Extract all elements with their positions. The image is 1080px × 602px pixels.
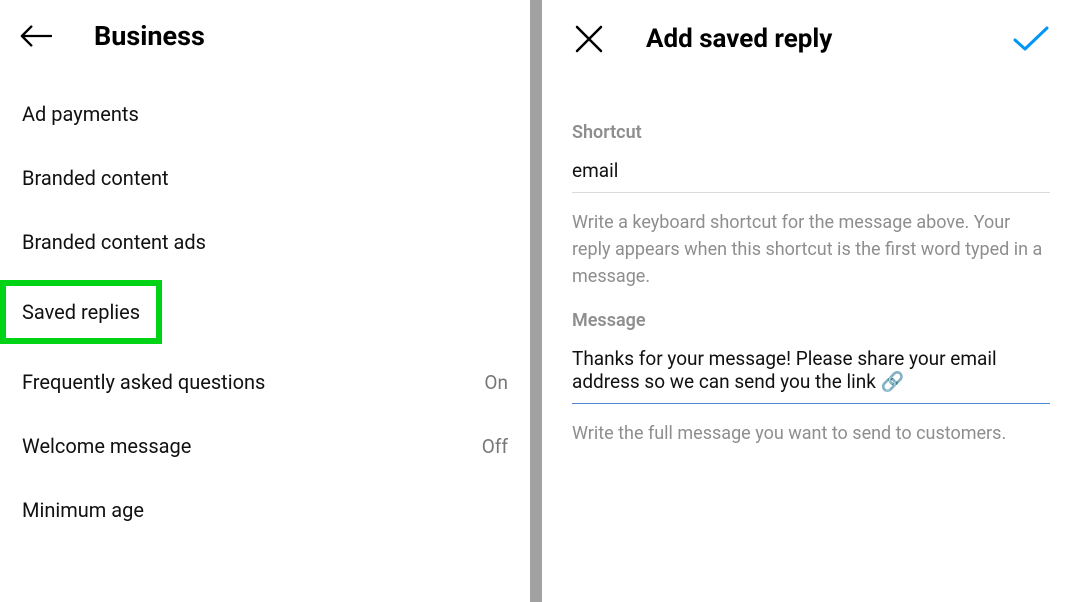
message-label: Message — [572, 310, 1050, 331]
menu-item-branded-content[interactable]: Branded content — [0, 146, 530, 210]
add-saved-reply-panel: Add saved reply Shortcut email Write a k… — [542, 0, 1080, 602]
confirm-check-icon[interactable] — [1012, 20, 1050, 58]
shortcut-label: Shortcut — [572, 122, 1050, 143]
shortcut-input[interactable]: email — [572, 159, 1050, 193]
menu-item-saved-replies[interactable]: Saved replies — [0, 280, 162, 344]
menu-label: Branded content — [22, 166, 169, 190]
menu-status: Off — [482, 435, 508, 458]
left-header: Business — [0, 20, 530, 82]
menu-item-faq[interactable]: Frequently asked questions On — [0, 350, 530, 414]
menu-list: Ad payments Branded content Branded cont… — [0, 82, 530, 542]
back-arrow-icon[interactable] — [20, 20, 52, 52]
menu-label: Saved replies — [22, 300, 140, 324]
menu-item-branded-content-ads[interactable]: Branded content ads — [0, 210, 530, 274]
right-header: Add saved reply — [542, 20, 1080, 108]
form-section: Shortcut email Write a keyboard shortcut… — [542, 122, 1080, 447]
panel-divider — [530, 0, 542, 602]
menu-label: Minimum age — [22, 498, 144, 522]
message-helper: Write the full message you want to send … — [572, 420, 1050, 447]
menu-status: On — [484, 371, 508, 394]
close-icon[interactable] — [572, 22, 606, 56]
shortcut-helper: Write a keyboard shortcut for the messag… — [572, 209, 1050, 290]
menu-item-ad-payments[interactable]: Ad payments — [0, 82, 530, 146]
menu-label: Ad payments — [22, 102, 139, 126]
business-settings-panel: Business Ad payments Branded content Bra… — [0, 0, 530, 602]
menu-item-welcome-message[interactable]: Welcome message Off — [0, 414, 530, 478]
message-input[interactable]: Thanks for your message! Please share yo… — [572, 347, 1050, 404]
page-title-add-saved-reply: Add saved reply — [646, 24, 1012, 54]
menu-label: Welcome message — [22, 434, 191, 458]
menu-label: Branded content ads — [22, 230, 206, 254]
menu-item-minimum-age[interactable]: Minimum age — [0, 478, 530, 542]
menu-label: Frequently asked questions — [22, 370, 265, 394]
page-title-business: Business — [94, 20, 205, 52]
